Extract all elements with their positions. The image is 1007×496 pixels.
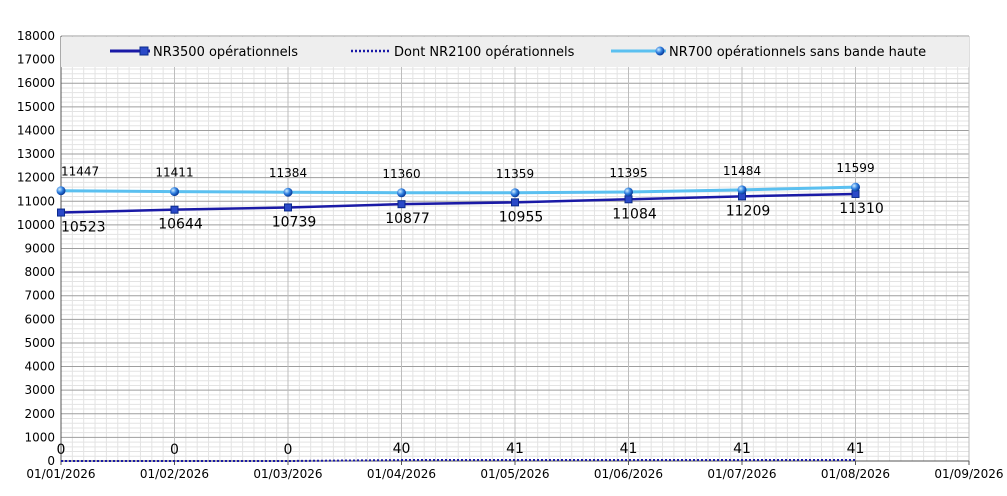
data-label: 11084	[612, 206, 657, 222]
y-tick-label: 14000	[17, 123, 55, 137]
y-tick-label: 10000	[17, 218, 55, 232]
data-label: 10877	[385, 211, 430, 227]
x-tick-label: 01/04/2026	[367, 467, 436, 481]
legend-label: NR3500 opérationnels	[153, 45, 298, 60]
data-label: 11395	[609, 166, 647, 180]
data-label: 11310	[839, 201, 884, 217]
y-tick-label: 6000	[24, 312, 55, 326]
data-point-marker	[624, 195, 633, 204]
y-tick-label: 15000	[17, 100, 55, 114]
legend-square-marker	[139, 46, 149, 56]
legend-label: NR700 opérationnels sans bande haute	[669, 45, 926, 60]
x-tick-label: 01/03/2026	[253, 467, 322, 481]
data-label: 10523	[61, 220, 106, 236]
data-point-marker	[511, 198, 519, 207]
data-label: 11411	[155, 166, 193, 180]
data-label: 0	[170, 442, 179, 458]
y-tick-label: 8000	[24, 265, 55, 279]
y-tick-label: 3000	[24, 383, 55, 397]
y-tick-label: 5000	[24, 336, 55, 350]
data-label: 11209	[726, 203, 771, 219]
x-tick-label: 01/09/2026	[934, 467, 1003, 481]
data-point-marker	[284, 203, 292, 212]
x-tick-label: 01/05/2026	[480, 467, 549, 481]
data-point-marker	[624, 187, 633, 197]
data-point-marker	[57, 208, 65, 217]
data-label: 10739	[272, 214, 317, 230]
data-point-marker	[851, 182, 860, 192]
data-label: 41	[733, 441, 751, 457]
data-label: 40	[393, 441, 411, 457]
data-label: 41	[506, 441, 524, 457]
data-label: 0	[57, 442, 66, 458]
grid-lines	[60, 35, 970, 462]
data-point-marker	[737, 185, 747, 195]
data-label: 10955	[499, 209, 544, 225]
y-tick-label: 9000	[24, 242, 55, 256]
y-tick-label: 16000	[17, 76, 55, 90]
data-label: 11360	[382, 167, 420, 181]
data-point-marker	[170, 187, 179, 197]
data-point-marker	[510, 188, 520, 198]
data-label: 41	[847, 441, 865, 457]
y-tick-label: 0	[47, 454, 55, 468]
y-tick-label: 13000	[17, 147, 55, 161]
x-tick-label: 01/07/2026	[707, 467, 776, 481]
line-chart: 0100020003000400050006000700080009000100…	[17, 29, 1004, 481]
y-tick-label: 7000	[24, 289, 55, 303]
y-tick-label: 2000	[24, 407, 55, 421]
data-point-marker	[397, 188, 406, 198]
y-tick-label: 17000	[17, 53, 55, 67]
x-tick-label: 01/06/2026	[594, 467, 663, 481]
x-tick-label: 01/08/2026	[821, 467, 890, 481]
y-tick-label: 18000	[17, 29, 55, 43]
legend-label: Dont NR2100 opérationnels	[394, 45, 575, 60]
legend-circle-marker	[655, 46, 665, 56]
x-tick-label: 01/01/2026	[26, 467, 95, 481]
y-tick-label: 11000	[17, 194, 55, 208]
x-tick-label: 01/02/2026	[140, 467, 209, 481]
data-point-marker	[397, 200, 406, 209]
data-label: 11359	[496, 167, 534, 181]
y-tick-label: 1000	[24, 430, 55, 444]
data-label: 41	[620, 441, 638, 457]
data-point-marker	[56, 186, 66, 196]
y-tick-label: 12000	[17, 171, 55, 185]
data-label: 10644	[158, 217, 203, 233]
data-label: 11599	[836, 161, 874, 175]
data-label: 0	[284, 442, 293, 458]
data-label: 11447	[61, 165, 99, 179]
y-tick-label: 4000	[24, 360, 55, 374]
data-point-marker	[170, 205, 179, 214]
legend: NR3500 opérationnels Dont NR2100 opératio…	[61, 37, 969, 67]
data-label: 11384	[269, 166, 307, 180]
data-point-marker	[283, 187, 293, 197]
data-label: 11484	[723, 164, 761, 178]
